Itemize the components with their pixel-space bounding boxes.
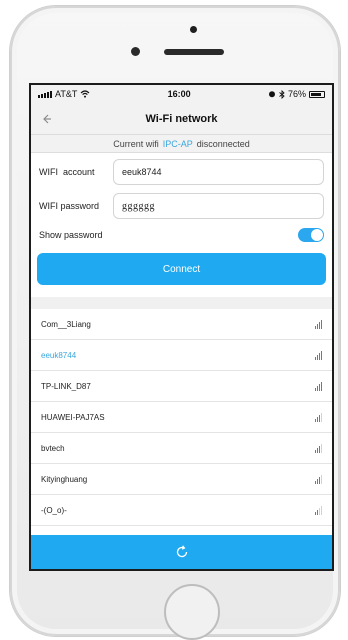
wifi-signal-icon — [315, 350, 322, 360]
status-bar: AT&T 16:00 76% — [31, 85, 332, 103]
account-label: WIFI account — [39, 167, 95, 177]
battery-icon — [308, 90, 325, 98]
wifi-name: eeuk8744 — [41, 350, 77, 360]
wifi-list-item[interactable]: HUAWEI-PAJ7AS — [31, 402, 332, 433]
carrier-label: AT&T — [55, 89, 78, 99]
show-password-label: Show password — [39, 230, 103, 240]
app-screen: AT&T 16:00 76% Wi-Fi network Current wif… — [29, 83, 334, 571]
earpiece-speaker — [164, 49, 224, 55]
wifi-list-item[interactable]: Kityinghuang — [31, 464, 332, 495]
current-wifi-ssid: IPC-AP — [162, 138, 193, 149]
alarm-icon — [268, 91, 275, 98]
wifi-signal-icon — [315, 505, 322, 515]
wifi-list-item[interactable]: eeuk8744 — [31, 340, 332, 371]
front-sensor — [190, 26, 197, 33]
current-wifi-status: disconnected — [196, 138, 250, 149]
current-wifi-banner: Current wifi IPC-AP disconnected — [31, 135, 332, 153]
wifi-name: TP-LINK_D87 — [41, 381, 91, 391]
nav-bar: Wi-Fi network — [31, 103, 332, 135]
connect-button[interactable]: Connect — [37, 253, 326, 285]
password-label: WIFI password — [39, 201, 100, 211]
wifi-account-input[interactable] — [113, 159, 324, 185]
battery-percent: 76% — [287, 89, 306, 99]
wifi-signal-icon — [315, 474, 322, 484]
wifi-icon — [80, 90, 90, 98]
wifi-list-item[interactable]: Com__3Liang — [31, 309, 332, 340]
bluetooth-icon — [279, 89, 285, 99]
account-row: WIFI account — [31, 155, 332, 189]
toggle-knob — [311, 229, 323, 241]
wifi-signal-icon — [315, 319, 322, 329]
wifi-password-input[interactable] — [113, 193, 324, 219]
refresh-icon — [176, 545, 187, 558]
show-password-row: Show password — [31, 223, 332, 247]
back-arrow-icon[interactable] — [39, 111, 55, 127]
refresh-button[interactable] — [31, 535, 332, 569]
wifi-name: Com__3Liang — [41, 319, 91, 329]
wifi-list-item[interactable]: TP-LINK_D87 — [31, 371, 332, 402]
section-divider — [31, 297, 332, 309]
front-camera — [131, 47, 140, 56]
wifi-name: -(O_o)- — [41, 505, 67, 515]
wifi-name: Kityinghuang — [41, 474, 88, 484]
wifi-list-item[interactable]: bvtech — [31, 433, 332, 464]
wifi-name: bvtech — [41, 443, 65, 453]
current-wifi-label: Current wifi — [113, 138, 159, 149]
password-row: WIFI password — [31, 189, 332, 223]
page-title: Wi-Fi network — [145, 112, 218, 125]
wifi-signal-icon — [315, 443, 322, 453]
wifi-list-item[interactable]: -(O_o)- — [31, 495, 332, 526]
wifi-signal-icon — [315, 412, 322, 422]
home-button[interactable] — [164, 584, 220, 640]
wifi-network-list: Com__3Liang eeuk8744 TP-LINK_D87 HUAWEI-PAJ… — [31, 309, 332, 526]
connect-button-label: Connect — [162, 263, 201, 275]
show-password-toggle[interactable] — [298, 228, 324, 242]
wifi-name: HUAWEI-PAJ7AS — [41, 412, 105, 422]
wifi-signal-icon — [315, 381, 322, 391]
cellular-signal-icon — [38, 90, 52, 98]
clock: 16:00 — [167, 89, 191, 99]
